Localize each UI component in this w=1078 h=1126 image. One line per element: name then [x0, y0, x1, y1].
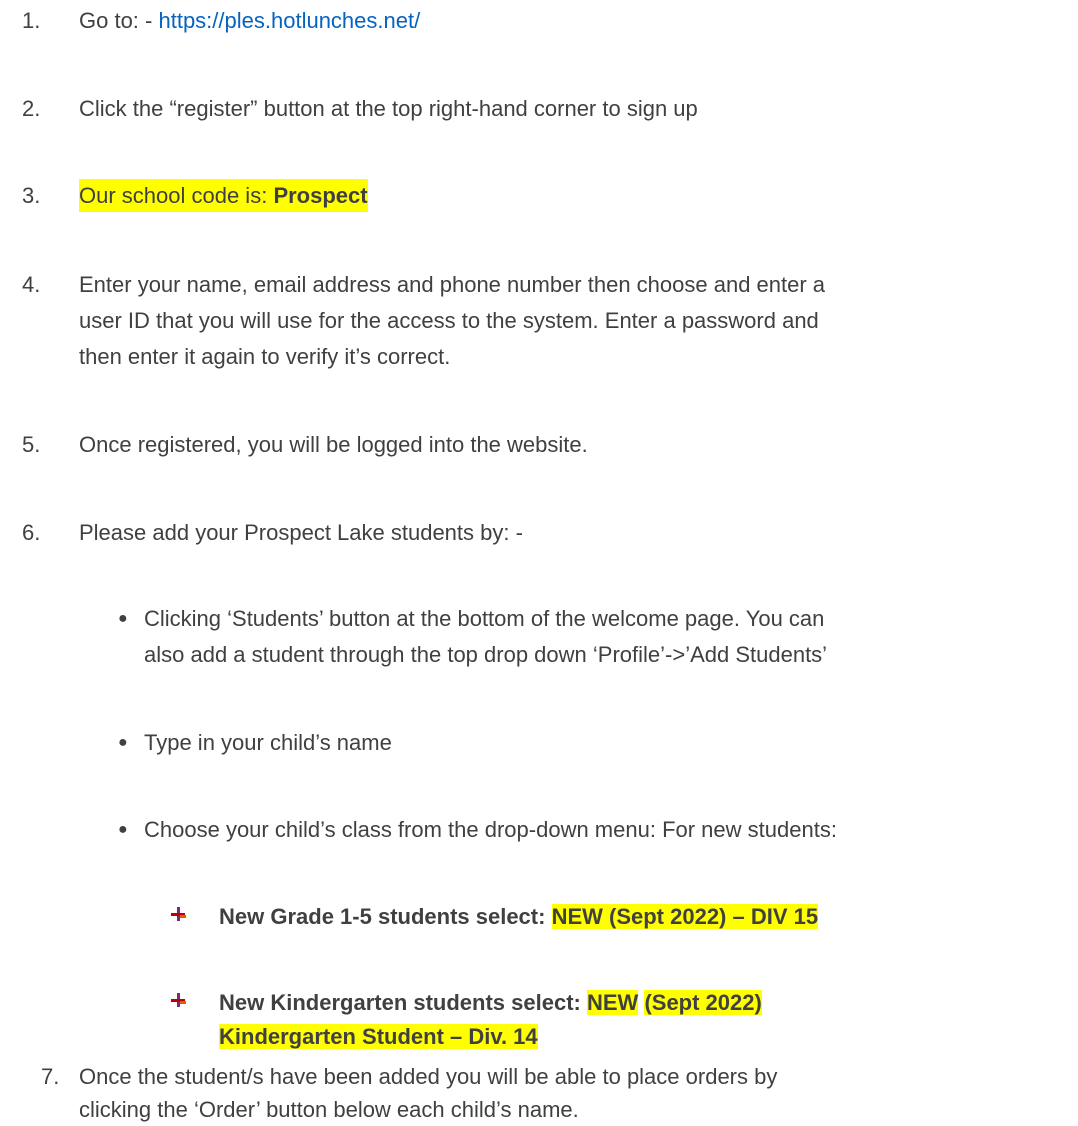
bullet-dot-icon: ● — [118, 734, 128, 751]
step-text: Once registered, you will be logged into… — [79, 432, 588, 457]
school-code-text: Our school code is: Prospect — [79, 179, 368, 212]
step-text: Go to: - — [79, 8, 159, 33]
step-number: 7. — [41, 1064, 60, 1089]
step-text: Click the “register” button at the top r… — [79, 96, 698, 121]
school-code-value: Prospect — [273, 183, 368, 208]
class-selection-value: (Sept 2022) — [644, 990, 762, 1015]
sub-bullet-label: New Grade 1-5 students select: — [219, 904, 552, 929]
step-number: 4. — [22, 272, 41, 297]
step-text-line: user ID that you will use for the access… — [79, 308, 819, 333]
step-text-line: then enter it again to verify it’s corre… — [79, 344, 451, 369]
sub-bullet-label: New Kindergarten students select: — [219, 990, 587, 1015]
step-number: 5. — [22, 432, 41, 457]
step-text-line: clicking the ‘Order’ button below each c… — [79, 1097, 579, 1122]
step-text-line: Enter your name, email address and phone… — [79, 272, 826, 297]
class-selection-value: NEW — [586, 990, 639, 1015]
cross-arrow-icon — [171, 993, 186, 1007]
step-number: 2. — [22, 96, 41, 121]
bullet-text-line: Type in your child’s name — [144, 730, 392, 755]
step-number: 3. — [22, 183, 41, 208]
step-number: 1. — [22, 8, 41, 33]
bullet-dot-icon: ● — [118, 821, 128, 838]
bullet-dot-icon: ● — [118, 610, 128, 627]
bullet-text-line: Choose your child’s class from the drop-… — [144, 817, 837, 842]
step-text-line: Once the student/s have been added you w… — [79, 1064, 778, 1089]
class-selection-value: Kindergarten Student – Div. 14 — [219, 1024, 538, 1049]
class-selection-value: NEW (Sept 2022) – DIV 15 — [551, 904, 819, 929]
website-link[interactable]: https://ples.hotlunches.net/ — [158, 8, 420, 33]
step-number: 6. — [22, 520, 41, 545]
school-code-label: Our school code is: — [79, 183, 274, 208]
step-text: Please add your Prospect Lake students b… — [79, 520, 523, 545]
cross-arrow-icon — [171, 907, 186, 921]
bullet-text-line: Clicking ‘Students’ button at the bottom… — [144, 606, 825, 631]
bullet-text-line: also add a student through the top drop … — [144, 642, 828, 667]
